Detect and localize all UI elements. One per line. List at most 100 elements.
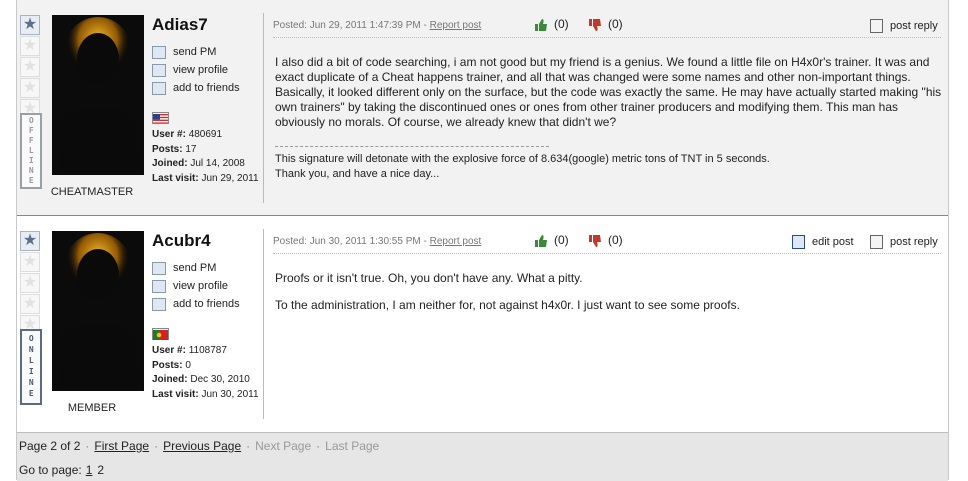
post-date: Jun 29, 2011 1:47:39 PM bbox=[309, 20, 421, 31]
forum-thread: ★ ★ ★ ★ ★ OFFLINE CHEATMASTER Adias7 sen… bbox=[16, 0, 949, 481]
star-icon: ★ bbox=[20, 15, 40, 35]
rank-stars: ★ ★ ★ ★ ★ bbox=[20, 231, 40, 336]
goto-page: Go to page: 1 2 bbox=[19, 463, 104, 477]
post-paragraph: To the administration, I am neither for,… bbox=[275, 298, 740, 312]
avatar bbox=[52, 231, 144, 391]
view-profile-label: view profile bbox=[173, 64, 229, 76]
pager: Page 2 of 2 · First Page · Previous Page · Nex… bbox=[19, 439, 379, 453]
posted-label: Posted: bbox=[273, 20, 307, 31]
star-icon: ★ bbox=[20, 231, 40, 251]
thumbs-down-icon bbox=[589, 234, 601, 247]
edit-post-button[interactable]: edit post bbox=[792, 235, 854, 249]
joined-date: Jul 14, 2008 bbox=[190, 158, 245, 169]
joined-label: Joined: bbox=[152, 158, 188, 169]
star-icon: ★ bbox=[20, 57, 40, 77]
signature: This signature will detonate with the ex… bbox=[275, 152, 945, 182]
meta-separator bbox=[273, 253, 941, 254]
star-icon: ★ bbox=[20, 273, 40, 293]
view-profile-link[interactable]: view profile bbox=[152, 277, 240, 295]
report-post-link[interactable]: Report post bbox=[430, 236, 482, 247]
post-paragraph: I also did a bit of code searching, i am… bbox=[275, 55, 942, 129]
username[interactable]: Adias7 bbox=[152, 15, 208, 35]
dislike-button[interactable]: (0) bbox=[588, 233, 623, 248]
status-text: OFFLINE bbox=[26, 116, 36, 186]
column-divider bbox=[263, 229, 264, 419]
reply-icon bbox=[870, 19, 883, 33]
edit-icon bbox=[792, 235, 805, 249]
user-stats: User #: 1108787 Posts: 0 Joined: Dec 30,… bbox=[152, 344, 259, 402]
send-pm-link[interactable]: send PM bbox=[152, 259, 240, 277]
like-count: (0) bbox=[554, 233, 569, 247]
last-visit-label: Last visit: bbox=[152, 172, 199, 184]
view-profile-label: view profile bbox=[173, 280, 229, 292]
page-1-link[interactable]: 1 bbox=[86, 463, 93, 477]
post-meta: Posted: Jun 30, 2011 1:30:55 PM - Report… bbox=[273, 236, 481, 247]
add-friend-icon bbox=[152, 297, 166, 311]
post-count: 17 bbox=[185, 143, 197, 155]
post-body: I also did a bit of code searching, i am… bbox=[275, 55, 945, 142]
rank-stars: ★ ★ ★ ★ ★ bbox=[20, 15, 40, 120]
first-page-link[interactable]: First Page bbox=[94, 439, 149, 453]
last-visit-label: Last visit: bbox=[152, 388, 199, 400]
meta-dash: - bbox=[420, 236, 430, 247]
add-to-friends-label: add to friends bbox=[173, 298, 240, 310]
users-icon bbox=[152, 261, 166, 275]
like-button[interactable]: (0) bbox=[534, 17, 569, 32]
pager-dot: · bbox=[246, 439, 251, 453]
portugal-flag-icon bbox=[152, 328, 169, 340]
thumbs-down-icon bbox=[589, 18, 601, 31]
signature-line: This signature will detonate with the ex… bbox=[275, 153, 770, 165]
joined-date: Dec 30, 2010 bbox=[190, 374, 250, 385]
posts-label: Posts: bbox=[152, 359, 183, 371]
dislike-button[interactable]: (0) bbox=[588, 17, 623, 32]
user-id-label: User #: bbox=[152, 129, 186, 140]
view-profile-link[interactable]: view profile bbox=[152, 61, 240, 79]
post-paragraph: Proofs or it isn't true. Oh, you don't h… bbox=[275, 271, 583, 285]
post-reply-button[interactable]: post reply bbox=[870, 235, 938, 249]
user-stats: User #: 480691 Posts: 17 Joined: Jul 14,… bbox=[152, 128, 259, 186]
add-to-friends-link[interactable]: add to friends bbox=[152, 295, 240, 313]
pager-dot: · bbox=[154, 439, 159, 453]
send-pm-link[interactable]: send PM bbox=[152, 43, 240, 61]
page-2-current: 2 bbox=[97, 463, 105, 477]
report-post-link[interactable]: Report post bbox=[430, 20, 482, 31]
status-badge: ONLINE bbox=[20, 329, 42, 405]
star-icon: ★ bbox=[20, 36, 40, 56]
status-badge: OFFLINE bbox=[20, 113, 42, 189]
add-to-friends-link[interactable]: add to friends bbox=[152, 79, 240, 97]
meta-dash: - bbox=[420, 20, 430, 31]
post-reply-label: post reply bbox=[890, 235, 938, 248]
last-visit-date: Jun 29, 2011 bbox=[201, 172, 259, 184]
users-icon bbox=[152, 45, 166, 59]
pagination-bar: Page 2 of 2 · First Page · Previous Page · Nex… bbox=[17, 432, 948, 481]
user-id: 480691 bbox=[188, 129, 223, 140]
post-meta: Posted: Jun 29, 2011 1:47:39 PM - Report… bbox=[273, 20, 481, 31]
like-button[interactable]: (0) bbox=[534, 233, 569, 248]
avatar bbox=[52, 15, 144, 175]
next-page-link: Next Page bbox=[255, 439, 312, 453]
post-reply-button[interactable]: post reply bbox=[870, 19, 938, 33]
user-links: send PM view profile add to friends bbox=[152, 43, 240, 97]
add-friend-icon bbox=[152, 81, 166, 95]
user-id: 1108787 bbox=[188, 345, 227, 356]
thumbs-up-icon bbox=[535, 18, 547, 31]
post-acubr4: ★ ★ ★ ★ ★ ONLINE MEMBER Acubr4 send PM v… bbox=[17, 216, 948, 430]
previous-page-link[interactable]: Previous Page bbox=[163, 439, 241, 453]
star-icon: ★ bbox=[20, 252, 40, 272]
signature-separator bbox=[275, 146, 549, 147]
profile-card-icon bbox=[152, 63, 166, 77]
dislike-count: (0) bbox=[608, 233, 623, 247]
status-text: ONLINE bbox=[26, 334, 36, 400]
username[interactable]: Acubr4 bbox=[152, 231, 211, 251]
posts-label: Posts: bbox=[152, 143, 183, 155]
pager-dot: · bbox=[85, 439, 90, 453]
like-count: (0) bbox=[554, 17, 569, 31]
add-to-friends-label: add to friends bbox=[173, 82, 240, 94]
us-flag-icon bbox=[152, 112, 169, 124]
joined-label: Joined: bbox=[152, 374, 188, 385]
send-pm-label: send PM bbox=[173, 46, 217, 58]
star-icon: ★ bbox=[20, 294, 40, 314]
send-pm-label: send PM bbox=[173, 262, 217, 274]
user-role: MEMBER bbox=[67, 402, 117, 414]
column-divider bbox=[263, 13, 264, 203]
